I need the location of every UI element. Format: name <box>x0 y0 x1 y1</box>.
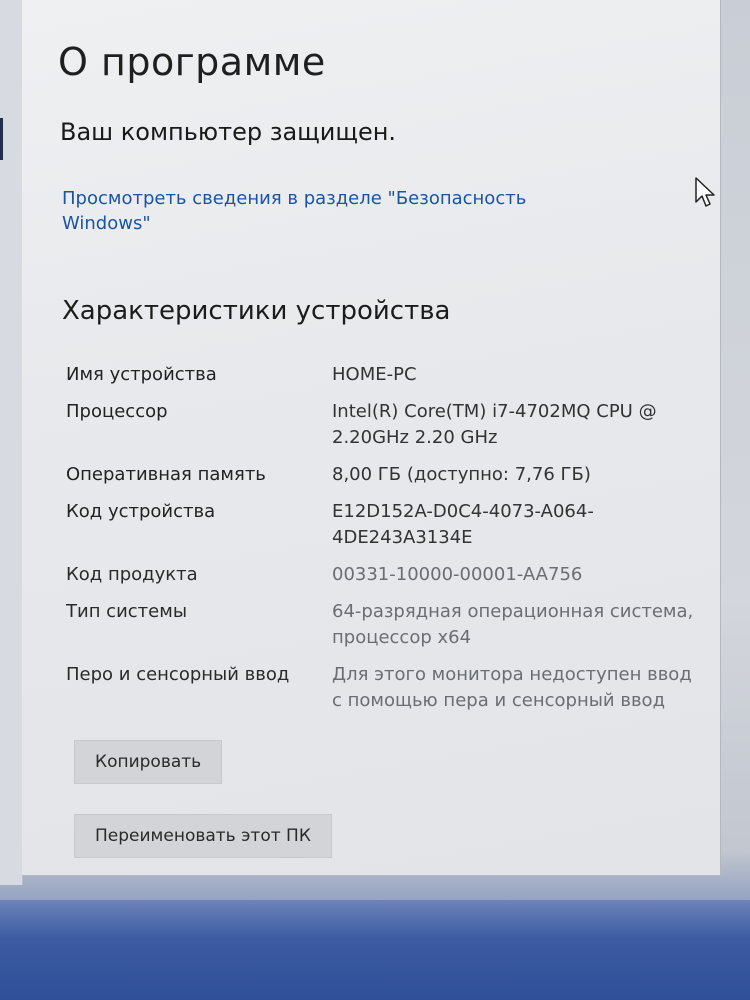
device-specs-heading: Характеристики устройства <box>62 296 451 326</box>
spec-row-pen-touch: Перо и сенсорный ввод Для этого монитора… <box>66 662 706 714</box>
spec-label: Перо и сенсорный ввод <box>66 664 290 685</box>
spec-row-device-name: Имя устройства HOME-PC <box>66 362 706 388</box>
spec-row-system-type: Тип системы 64-разрядная операционная си… <box>66 599 706 651</box>
spec-value: 64-разрядная операционная система, проце… <box>332 601 694 648</box>
spec-label: Процессор <box>66 401 168 422</box>
page-title: О программе <box>58 40 326 84</box>
spec-label: Имя устройства <box>66 364 217 385</box>
spec-value: HOME-PC <box>332 364 417 385</box>
spec-value: 00331-10000-00001-AA756 <box>332 564 583 585</box>
security-details-link[interactable]: Просмотреть сведения в разделе "Безопасн… <box>62 186 582 236</box>
left-nav-strip <box>0 0 23 885</box>
spec-label: Тип системы <box>66 601 188 622</box>
nav-selection-indicator <box>0 118 3 160</box>
settings-panel: О программе Ваш компьютер защищен. Просм… <box>22 0 721 876</box>
spec-row-device-id: Код устройства E12D152A-D0C4-4073-A064-4… <box>66 499 706 551</box>
device-specs-list: Имя устройства HOME-PC Процессор Intel(R… <box>66 362 706 725</box>
spec-row-processor: Процессор Intel(R) Core(TM) i7-4702MQ CP… <box>66 399 706 451</box>
screen: О программе Ваш компьютер защищен. Просм… <box>0 0 750 1000</box>
rename-pc-button[interactable]: Переименовать этот ПК <box>74 814 332 858</box>
mouse-pointer-icon <box>695 177 715 207</box>
copy-button[interactable]: Копировать <box>74 740 223 784</box>
spec-value: Intel(R) Core(TM) i7-4702MQ CPU @ 2.20GH… <box>332 401 657 448</box>
spec-value: Для этого монитора недоступен ввод с пом… <box>332 664 692 711</box>
spec-row-product-id: Код продукта 00331-10000-00001-AA756 <box>66 562 706 588</box>
spec-label: Код устройства <box>66 501 216 522</box>
spec-row-ram: Оперативная память 8,00 ГБ (доступно: 7,… <box>66 462 706 488</box>
spec-label: Код продукта <box>66 564 198 585</box>
spec-value: E12D152A-D0C4-4073-A064-4DE243A3134E <box>332 501 594 548</box>
spec-value: 8,00 ГБ (доступно: 7,76 ГБ) <box>332 464 591 485</box>
spec-label: Оперативная память <box>66 464 266 485</box>
taskbar <box>0 900 750 1000</box>
security-status: Ваш компьютер защищен. <box>60 118 397 146</box>
